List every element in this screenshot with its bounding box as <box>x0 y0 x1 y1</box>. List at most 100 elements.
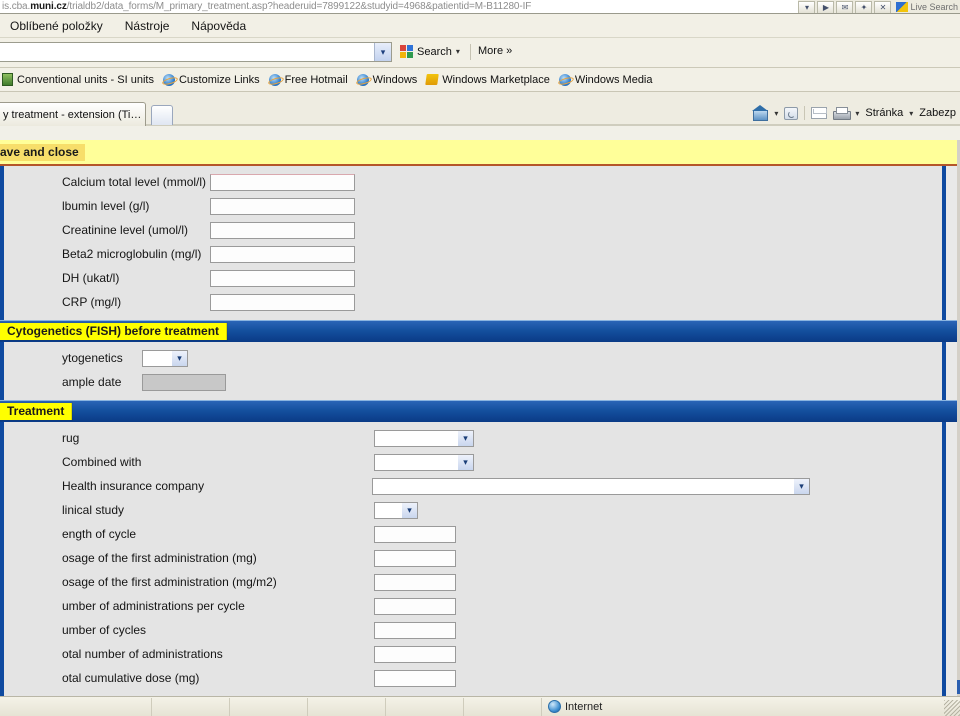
field-row-clinical-study: linical study ▾ <box>4 498 942 522</box>
address-bar-url[interactable]: is.cba.muni.cz/trialdb2/data_forms/M_pri… <box>0 1 531 13</box>
chevron-down-icon[interactable]: ▾ <box>458 430 473 446</box>
link-label: Windows Marketplace <box>442 73 550 86</box>
field-row-total-cumulative-dose: otal cumulative dose (mg) <box>4 666 942 690</box>
chevron-down-icon[interactable]: ▾ <box>798 0 816 13</box>
command-bar-divider <box>804 106 806 120</box>
field-label: Combined with <box>62 455 142 469</box>
address-bar-buttons: ▾ ▶ ✉ ✦ ✕ Live Search <box>798 0 960 13</box>
treatment-panel: rug ▾ Combined with ▾ Health insurance c… <box>0 422 946 696</box>
field-label: ength of cycle <box>62 527 137 541</box>
link-free-hotmail[interactable]: Free Hotmail <box>268 73 348 86</box>
resize-grip[interactable] <box>944 700 960 716</box>
google-search-button[interactable]: Search ▾ <box>400 45 460 58</box>
field-label: umber of cycles <box>62 623 147 637</box>
field-row-cytogenetics: ytogenetics ▾ <box>4 346 942 370</box>
beta2-microglobulin-input[interactable] <box>210 245 355 263</box>
clinical-study-select[interactable]: ▾ <box>374 501 418 519</box>
status-bar: Internet <box>0 696 960 716</box>
live-search-box[interactable]: Live Search <box>893 2 958 12</box>
field-row-sample-date: ample date <box>4 370 942 394</box>
creatinine-level-input[interactable] <box>210 221 355 239</box>
tab-bar: y treatment - extension (Ti… ▾ ▾ Stránka… <box>0 92 960 126</box>
section-header-treatment: Treatment <box>0 400 958 422</box>
chevron-down-icon[interactable]: ▾ <box>909 109 913 118</box>
cytogenetics-select[interactable]: ▾ <box>142 349 188 367</box>
mail-icon[interactable] <box>811 107 828 119</box>
field-row-length-of-cycle: ength of cycle <box>4 522 942 546</box>
toolbar-search-input[interactable]: ▾ <box>0 42 392 62</box>
lab-values-fields: Calcium total level (mmol/l) lbumin leve… <box>4 166 942 320</box>
home-icon[interactable] <box>752 105 769 121</box>
messenger-button[interactable]: ✦ <box>855 0 873 13</box>
stop-button[interactable]: ✕ <box>874 0 892 13</box>
field-row-health-insurance: Health insurance company ▾ <box>4 474 942 498</box>
link-windows-media[interactable]: Windows Media <box>558 73 653 86</box>
ldh-input[interactable] <box>210 269 355 287</box>
field-label: umber of administrations per cycle <box>62 599 245 613</box>
sample-date-input <box>142 373 226 391</box>
total-cumulative-dose-input[interactable] <box>374 669 456 687</box>
browser-window: is.cba.muni.cz/trialdb2/data_forms/M_pri… <box>0 0 960 716</box>
field-row-number-of-cycles: umber of cycles <box>4 618 942 642</box>
total-number-administrations-input[interactable] <box>374 645 456 663</box>
link-windows-marketplace[interactable]: Windows Marketplace <box>425 73 550 86</box>
command-security-button[interactable]: Zabezp <box>919 107 956 119</box>
crp-input[interactable] <box>210 293 355 311</box>
ie-icon <box>558 73 571 86</box>
status-bar-zone[interactable]: Internet <box>542 700 602 713</box>
field-label: DH (ukat/l) <box>62 271 120 285</box>
drug-select[interactable]: ▾ <box>374 429 474 447</box>
link-customize-links[interactable]: Customize Links <box>162 73 260 86</box>
new-tab-button[interactable] <box>151 105 173 125</box>
conversion-icon <box>2 73 13 86</box>
calcium-total-level-input[interactable] <box>210 173 355 191</box>
chevron-down-icon[interactable]: ▾ <box>402 502 417 518</box>
command-page-button[interactable]: Stránka <box>865 107 903 119</box>
menu-item-favorites[interactable]: Oblíbené položky <box>10 19 103 33</box>
status-bar-zone-label: Internet <box>565 700 603 713</box>
chevron-down-icon[interactable]: ▾ <box>774 109 778 118</box>
field-row-dosage-mg: osage of the first administration (mg) <box>4 546 942 570</box>
number-of-cycles-input[interactable] <box>374 621 456 639</box>
chevron-down-icon[interactable]: ▾ <box>374 43 391 61</box>
chevron-down-icon[interactable]: ▾ <box>855 109 859 118</box>
field-row-calcium: Calcium total level (mmol/l) <box>4 170 942 194</box>
live-search-icon <box>896 2 909 12</box>
field-row-total-administrations: otal number of administrations <box>4 642 942 666</box>
combined-with-select[interactable]: ▾ <box>374 453 474 471</box>
chevron-down-icon[interactable]: ▾ <box>456 47 460 56</box>
chevron-down-icon[interactable]: ▾ <box>794 478 809 494</box>
dosage-first-administration-mg-input[interactable] <box>374 549 456 567</box>
field-row-beta2: Beta2 microglobulin (mg/l) <box>4 242 942 266</box>
go-button[interactable]: ▶ <box>817 0 835 13</box>
menu-item-help[interactable]: Nápověda <box>191 19 246 33</box>
field-label: lbumin level (g/l) <box>62 199 150 213</box>
albumin-level-input[interactable] <box>210 197 355 215</box>
field-row-albumin: lbumin level (g/l) <box>4 194 942 218</box>
administrations-per-cycle-input[interactable] <box>374 597 456 615</box>
chevron-down-icon[interactable]: ▾ <box>172 350 187 366</box>
tab-primary-treatment[interactable]: y treatment - extension (Ti… <box>0 102 146 126</box>
health-insurance-company-select[interactable]: ▾ <box>372 477 810 495</box>
length-of-cycle-input[interactable] <box>374 525 456 543</box>
mail-button[interactable]: ✉ <box>836 0 854 13</box>
link-conventional-units[interactable]: Conventional units - SI units <box>2 73 154 86</box>
rss-icon[interactable] <box>784 106 799 120</box>
link-windows[interactable]: Windows <box>356 73 417 86</box>
ie-icon <box>356 73 369 86</box>
field-label: linical study <box>62 503 125 517</box>
printer-icon[interactable] <box>833 106 852 120</box>
chevron-down-icon[interactable]: ▾ <box>458 454 473 470</box>
ie-icon <box>162 73 175 86</box>
field-row-ldh: DH (ukat/l) <box>4 266 942 290</box>
toolbar-more-button[interactable]: More » <box>478 45 512 57</box>
link-label: Windows Media <box>574 73 653 86</box>
url-prefix: is.cba. <box>2 0 31 12</box>
field-label: CRP (mg/l) <box>62 295 122 309</box>
field-row-crp: CRP (mg/l) <box>4 290 942 314</box>
menu-item-tools[interactable]: Nástroje <box>125 19 170 33</box>
save-and-close-button[interactable]: ave and close <box>0 143 85 161</box>
field-row-dosage-mgm2: osage of the first administration (mg/m2… <box>4 570 942 594</box>
address-bar[interactable]: is.cba.muni.cz/trialdb2/data_forms/M_pri… <box>0 0 960 14</box>
dosage-first-administration-mgm2-input[interactable] <box>374 573 456 591</box>
